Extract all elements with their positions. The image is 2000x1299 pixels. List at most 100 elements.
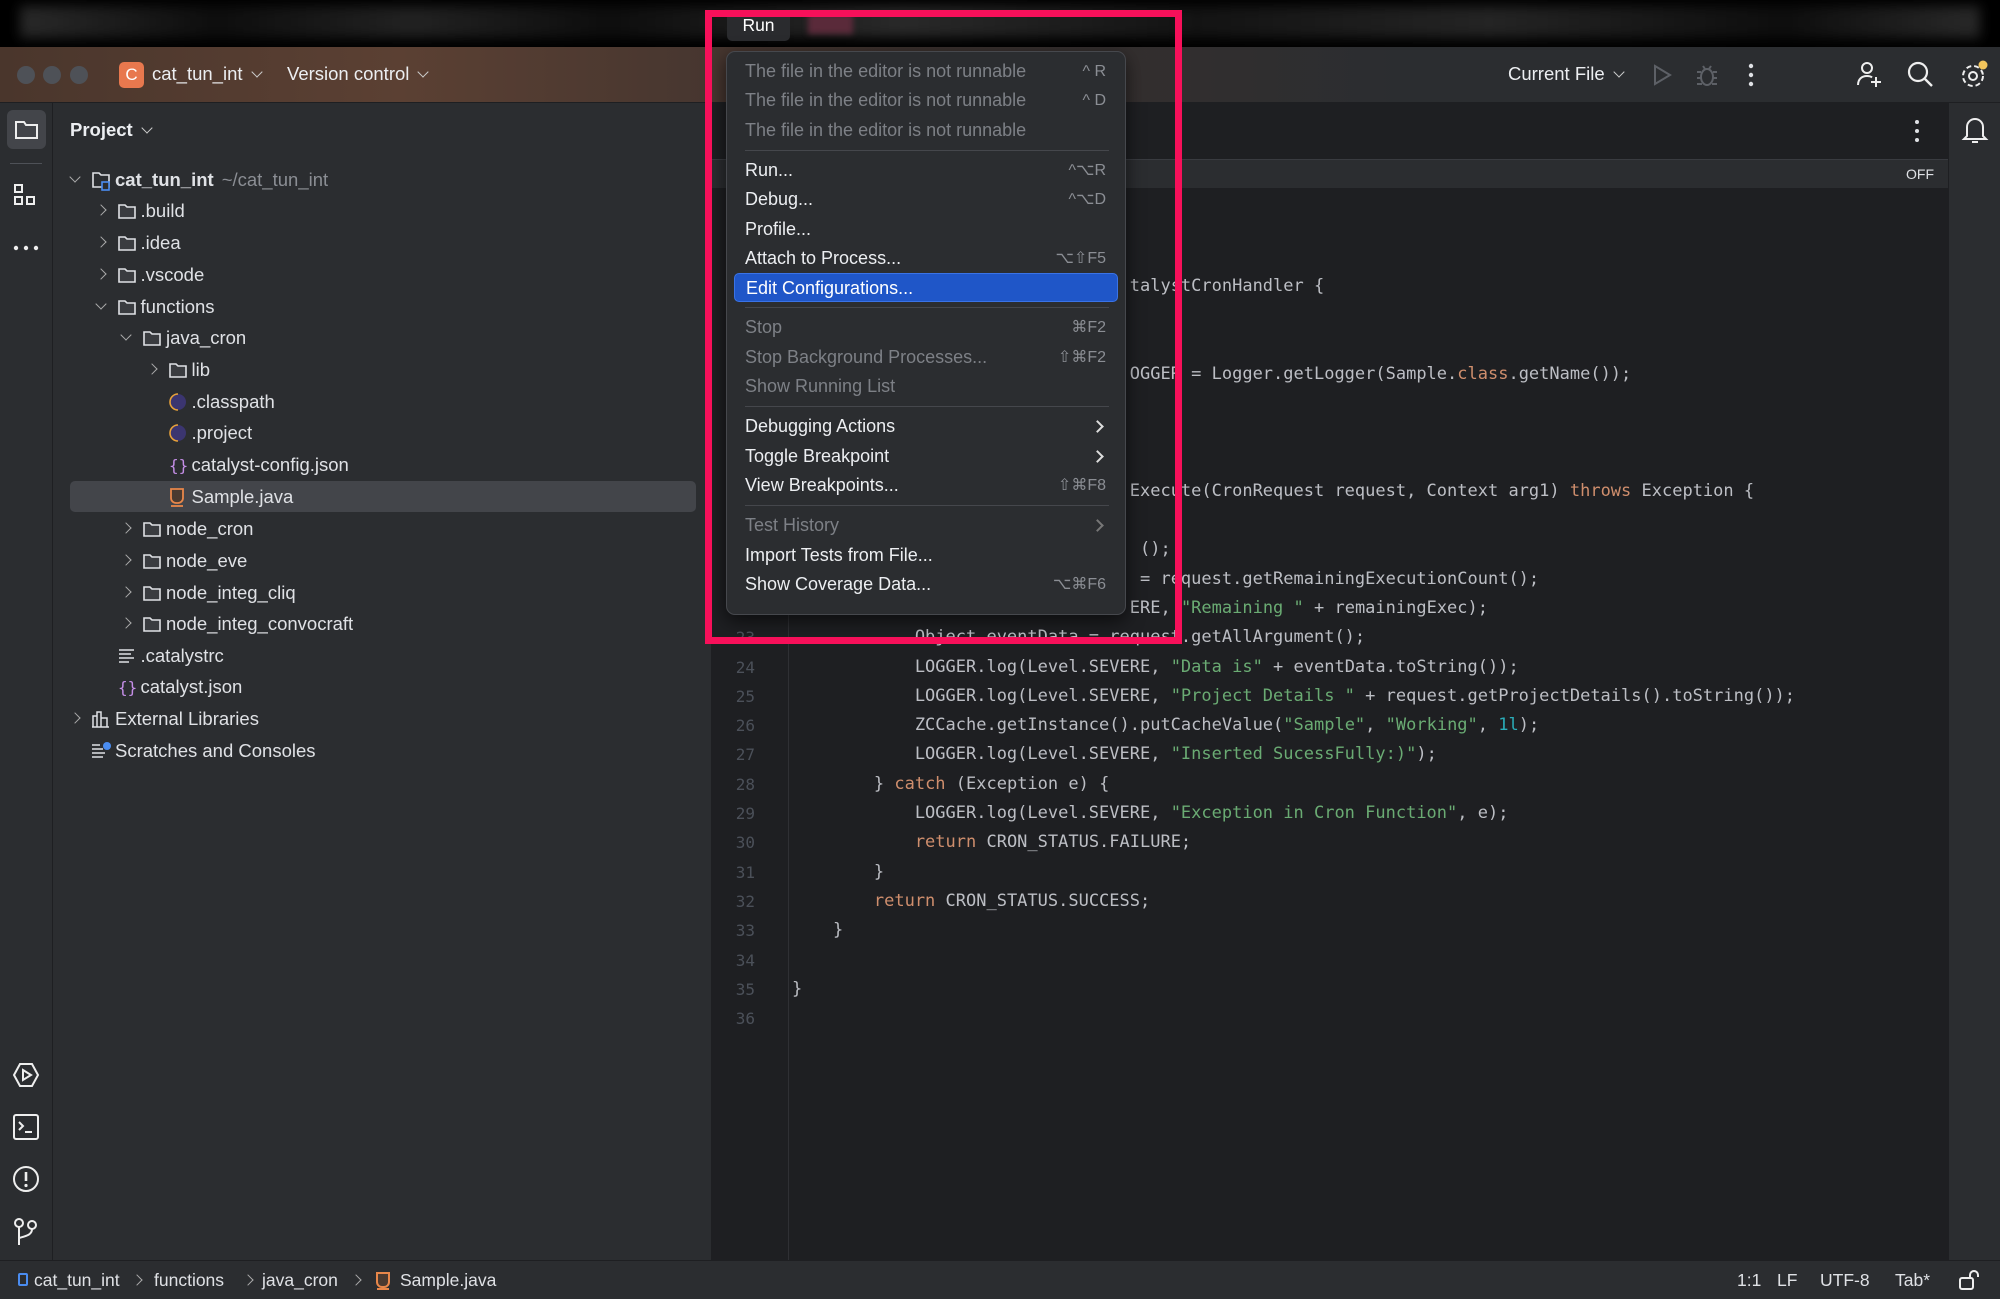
editor-more-icon[interactable]	[1910, 118, 1924, 144]
chevron-right-icon[interactable]	[94, 204, 107, 216]
breadcrumb-item[interactable]: Sample.java	[400, 1270, 496, 1291]
code-line[interactable]: return CRON_STATUS.FAILURE;	[915, 828, 1191, 857]
tree-item[interactable]: .project	[53, 417, 693, 448]
play-icon[interactable]	[1650, 62, 1674, 88]
code-line[interactable]: LOGGER.log(Level.SEVERE, "Data is" + eve…	[915, 653, 1519, 682]
add-user-icon[interactable]	[1855, 60, 1883, 90]
line-separator[interactable]: LF	[1777, 1270, 1797, 1291]
tree-item[interactable]: {} catalyst-config.json	[53, 449, 693, 480]
close-window-button[interactable]	[17, 66, 35, 84]
code-line[interactable]: } catch (Exception e) {	[874, 770, 1109, 799]
menu-item-profile[interactable]: Profile...	[734, 215, 1118, 244]
menu-item-the-file-in-the-editor-is-not-runnable[interactable]: The file in the editor is not runnable ^ …	[734, 86, 1118, 115]
tree-item[interactable]: .vscode	[53, 259, 693, 290]
menu-item-the-file-in-the-editor-is-not-runnable[interactable]: The file in the editor is not runnable	[734, 116, 1118, 145]
tree-item[interactable]: .idea	[53, 227, 693, 258]
menu-item-shortcut: ⌥⌘F6	[1052, 575, 1106, 593]
tree-item[interactable]: node_integ_convocraft	[53, 608, 693, 639]
menu-run[interactable]: Run	[727, 10, 790, 41]
menu-item-stop[interactable]: Stop ⌘F2	[734, 313, 1118, 342]
file-encoding[interactable]: UTF-8	[1820, 1270, 1870, 1291]
run-config-selector[interactable]: Current File	[1508, 63, 1625, 85]
chevron-down-icon[interactable]	[94, 298, 107, 310]
chevron-down-icon[interactable]	[120, 329, 132, 341]
tree-item[interactable]: Scratches and Consoles	[53, 735, 693, 766]
chevron-right-icon[interactable]	[120, 522, 132, 534]
code-line[interactable]: }	[833, 916, 843, 945]
breadcrumb-item[interactable]: cat_tun_int	[34, 1270, 120, 1291]
chevron-right-icon[interactable]	[120, 617, 132, 629]
chevron-right-icon[interactable]	[94, 268, 107, 280]
code-line[interactable]: LOGGER.log(Level.SEVERE, "Project Detail…	[915, 682, 1795, 711]
menu-item-debug[interactable]: Debug... ^⌥D	[734, 185, 1118, 214]
code-line[interactable]: talystCronHandler {	[1130, 272, 1324, 301]
more-horizontal-icon[interactable]	[13, 241, 39, 255]
project-view-selector[interactable]: Project	[70, 119, 153, 141]
tree-item[interactable]: node_integ_cliq	[53, 577, 693, 608]
problems-icon[interactable]	[12, 1165, 40, 1193]
code-line[interactable]: ERE, "Remaining " + remainingExec);	[1130, 594, 1488, 623]
tree-item[interactable]: {} catalyst.json	[53, 671, 693, 702]
code-line[interactable]: }	[792, 975, 802, 1004]
chevron-right-icon[interactable]	[69, 712, 81, 724]
code-line[interactable]: = request.getRemainingExecutionCount();	[1140, 565, 1539, 594]
minimize-window-button[interactable]	[43, 66, 61, 84]
bug-icon[interactable]	[1694, 62, 1720, 88]
code-line[interactable]: ();	[1140, 535, 1171, 564]
tree-item[interactable]: lib	[53, 354, 693, 385]
menu-item-the-file-in-the-editor-is-not-runnable[interactable]: The file in the editor is not runnable ^ …	[734, 57, 1118, 86]
menu-item-test-history[interactable]: Test History	[734, 511, 1118, 540]
tree-item[interactable]: .build	[53, 195, 693, 226]
menu-item-toggle-breakpoint[interactable]: Toggle Breakpoint	[734, 442, 1118, 471]
tree-item[interactable]: .classpath	[53, 386, 693, 417]
reader-mode-toggle[interactable]: OFF	[1898, 162, 1942, 186]
menu-item-attach-to-process[interactable]: Attach to Process... ⌥⇧F5	[734, 244, 1118, 273]
tree-item[interactable]: java_cron	[53, 322, 693, 353]
tree-item[interactable]: functions	[53, 291, 693, 322]
code-line[interactable]: LOGGER.log(Level.SEVERE, "Inserted Suces…	[915, 740, 1437, 769]
chevron-down-icon[interactable]	[69, 171, 81, 183]
code-line[interactable]: Execute(CronRequest request, Context arg…	[1130, 477, 1754, 506]
code-line[interactable]: ZCCache.getInstance().putCacheValue("Sam…	[915, 711, 1539, 740]
settings-icon[interactable]	[1958, 59, 1990, 91]
breadcrumb-item[interactable]: functions	[154, 1270, 224, 1291]
chevron-right-icon[interactable]	[120, 554, 132, 566]
indent-setting[interactable]: Tab*	[1895, 1270, 1930, 1291]
terminal-icon[interactable]	[12, 1113, 40, 1141]
code-line[interactable]: }	[874, 858, 884, 887]
tree-item[interactable]: Sample.java	[70, 481, 696, 512]
tree-item[interactable]: External Libraries	[53, 703, 693, 734]
project-tool-button[interactable]	[7, 110, 46, 149]
menu-item-import-tests-from-file[interactable]: Import Tests from File...	[734, 541, 1118, 570]
breadcrumb-item[interactable]: java_cron	[262, 1270, 338, 1291]
tree-item[interactable]: .catalystrc	[53, 640, 693, 671]
menu-item-edit-configurations[interactable]: Edit Configurations...	[734, 273, 1118, 303]
tree-item[interactable]: node_cron	[53, 513, 693, 544]
vcs-selector[interactable]: Version control	[287, 63, 430, 85]
search-icon[interactable]	[1906, 60, 1934, 90]
menu-item-show-coverage-data[interactable]: Show Coverage Data... ⌥⌘F6	[734, 570, 1118, 599]
notifications-bell-icon[interactable]	[1961, 115, 1989, 145]
unlock-icon[interactable]	[1958, 1269, 1982, 1291]
tree-item[interactable]: cat_tun_int ~/cat_tun_int	[53, 164, 693, 195]
chevron-right-icon[interactable]	[94, 236, 107, 248]
menu-item-debugging-actions[interactable]: Debugging Actions	[734, 412, 1118, 441]
git-icon[interactable]	[12, 1217, 40, 1247]
more-vertical-icon[interactable]	[1740, 62, 1762, 88]
caret-position[interactable]: 1:1	[1737, 1270, 1761, 1291]
services-run-icon[interactable]	[12, 1061, 40, 1089]
menu-item-run[interactable]: Run... ^⌥R	[734, 156, 1118, 185]
menu-item-show-running-list[interactable]: Show Running List	[734, 372, 1118, 401]
tree-item[interactable]: node_eve	[53, 545, 693, 576]
code-line[interactable]: Object eventData = request.getAllArgumen…	[915, 623, 1365, 652]
chevron-right-icon[interactable]	[145, 363, 158, 375]
maximize-window-button[interactable]	[70, 66, 88, 84]
structure-icon[interactable]	[13, 183, 39, 209]
code-line[interactable]: LOGGER.log(Level.SEVERE, "Exception in C…	[915, 799, 1509, 828]
code-line[interactable]: return CRON_STATUS.SUCCESS;	[874, 887, 1150, 916]
code-line[interactable]: OGGER = Logger.getLogger(Sample.class.ge…	[1130, 360, 1632, 389]
menu-item-view-breakpoints[interactable]: View Breakpoints... ⇧⌘F8	[734, 471, 1118, 500]
chevron-right-icon[interactable]	[120, 586, 132, 598]
project-selector[interactable]: cat_tun_int	[152, 63, 263, 85]
menu-item-stop-background-processes[interactable]: Stop Background Processes... ⇧⌘F2	[734, 343, 1118, 372]
